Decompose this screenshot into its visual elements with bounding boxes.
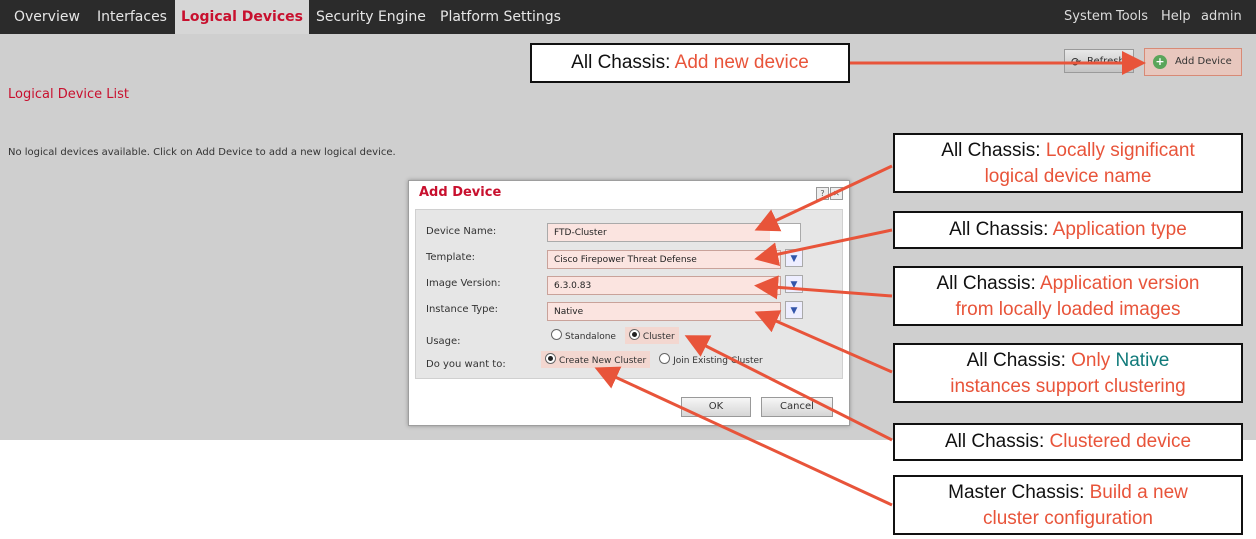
callout-text-line2: instances support clustering <box>950 376 1186 397</box>
option-join-existing-cluster[interactable]: Join Existing Cluster <box>655 351 767 368</box>
callout-sep: : <box>1043 219 1049 240</box>
callout-key: All Chassis <box>936 273 1031 294</box>
template-select[interactable]: Cisco Firepower Threat Defense <box>547 250 781 269</box>
add-device-button[interactable]: + Add Device <box>1144 48 1242 76</box>
dialog-form: Device Name: FTD-Cluster Template: Cisco… <box>415 209 843 379</box>
callout-add-new-device: All Chassis: Add new device <box>530 43 850 83</box>
callout-application-type: All Chassis: Application type <box>893 211 1243 249</box>
callout-text: Locally significant <box>1045 140 1195 161</box>
callout-clustered-device: All Chassis: Clustered device <box>893 423 1243 461</box>
option-create-new-cluster[interactable]: Create New Cluster <box>541 351 651 368</box>
template-dropdown-icon[interactable]: ▼ <box>785 249 803 267</box>
callout-sep: : <box>665 52 671 73</box>
image-version-dropdown-icon[interactable]: ▼ <box>785 275 803 293</box>
callout-device-name: All Chassis: Locally significant logical… <box>893 133 1243 193</box>
want-label: Do you want to: <box>426 359 506 370</box>
image-version-select[interactable]: 6.3.0.83 <box>547 276 781 295</box>
callout-highlight: Native <box>1115 350 1170 371</box>
tab-logical-devices[interactable]: Logical Devices <box>175 0 309 34</box>
refresh-button[interactable]: ⟳ Refresh <box>1064 49 1134 73</box>
nav-link-help[interactable]: Help <box>1161 0 1191 34</box>
callout-text: Build a new <box>1089 482 1188 503</box>
instance-type-dropdown-icon[interactable]: ▼ <box>785 301 803 319</box>
tab-overview[interactable]: Overview <box>14 0 80 34</box>
callout-key: All Chassis <box>571 52 666 73</box>
callout-build-new-cluster: Master Chassis: Build a new cluster conf… <box>893 475 1243 535</box>
nav-link-tools[interactable]: Tools <box>1116 0 1148 34</box>
callout-text: Only <box>1071 350 1111 371</box>
callout-sep: : <box>1030 273 1036 294</box>
instance-type-label: Instance Type: <box>426 304 499 315</box>
tab-platform-settings[interactable]: Platform Settings <box>440 0 561 34</box>
usage-option-standalone[interactable]: Standalone <box>547 327 620 344</box>
help-icon[interactable]: ? <box>816 187 829 200</box>
callout-sep: : <box>1079 482 1085 503</box>
callout-sep: : <box>1035 140 1041 161</box>
callout-native-instances: All Chassis: Only Native instances suppo… <box>893 343 1243 403</box>
callout-text-line2: logical device name <box>984 166 1152 187</box>
refresh-label: Refresh <box>1087 56 1125 67</box>
empty-message: No logical devices available. Click on A… <box>8 147 396 158</box>
option-join-existing-cluster-label: Join Existing Cluster <box>673 356 763 366</box>
callout-sep: : <box>1060 350 1066 371</box>
radio-icon <box>551 329 562 340</box>
nav-link-admin[interactable]: admin <box>1201 0 1242 34</box>
callout-key: All Chassis <box>949 219 1044 240</box>
cancel-button[interactable]: Cancel <box>761 397 833 417</box>
usage-option-cluster[interactable]: Cluster <box>624 327 679 344</box>
page-title: Logical Device List <box>8 87 130 102</box>
callout-sep: : <box>1038 431 1045 452</box>
add-device-label: Add Device <box>1175 56 1232 67</box>
plus-icon: + <box>1153 55 1167 69</box>
usage-radio-group: Standalone Cluster <box>547 327 681 344</box>
callout-text-line2: cluster configuration <box>982 508 1154 529</box>
cluster-action-radio-group: Create New Cluster Join Existing Cluster <box>541 351 769 368</box>
refresh-icon: ⟳ <box>1071 55 1082 69</box>
callout-text: Application type <box>1052 219 1187 240</box>
callout-application-version: All Chassis: Application version from lo… <box>893 266 1243 326</box>
nav-link-system[interactable]: System <box>1064 0 1112 34</box>
instance-type-select[interactable]: Native <box>547 302 781 321</box>
radio-selected-icon <box>545 353 556 364</box>
usage-option-cluster-label: Cluster <box>642 332 675 342</box>
device-name-value: FTD-Cluster <box>548 224 770 241</box>
callout-text: Add new device <box>674 52 809 73</box>
usage-label: Usage: <box>426 336 461 347</box>
radio-icon <box>659 353 671 364</box>
callout-key: All Chassis <box>941 140 1036 161</box>
callout-key: All Chassis <box>944 431 1039 452</box>
usage-option-standalone-label: Standalone <box>565 332 616 342</box>
image-version-label: Image Version: <box>426 278 501 289</box>
tab-interfaces[interactable]: Interfaces <box>97 0 167 34</box>
ok-button[interactable]: OK <box>681 397 751 417</box>
callout-text-line2: from locally loaded images <box>955 299 1181 320</box>
device-name-label: Device Name: <box>426 226 497 237</box>
top-nav: Overview Interfaces Logical Devices Secu… <box>0 0 1256 34</box>
option-create-new-cluster-label: Create New Cluster <box>559 356 647 366</box>
template-label: Template: <box>426 252 475 263</box>
callout-text: Clustered device <box>1049 431 1192 452</box>
add-device-dialog: Add Device ? ✕ Device Name: FTD-Cluster … <box>408 180 850 426</box>
radio-selected-icon <box>628 329 640 340</box>
dialog-title: Add Device <box>419 185 502 200</box>
callout-key: Master Chassis <box>948 482 1080 503</box>
tab-security-engine[interactable]: Security Engine <box>316 0 426 34</box>
callout-text: Application version <box>1040 273 1200 294</box>
callout-key: All Chassis <box>966 350 1061 371</box>
device-name-input[interactable]: FTD-Cluster <box>547 223 801 242</box>
close-icon[interactable]: ✕ <box>830 187 843 200</box>
